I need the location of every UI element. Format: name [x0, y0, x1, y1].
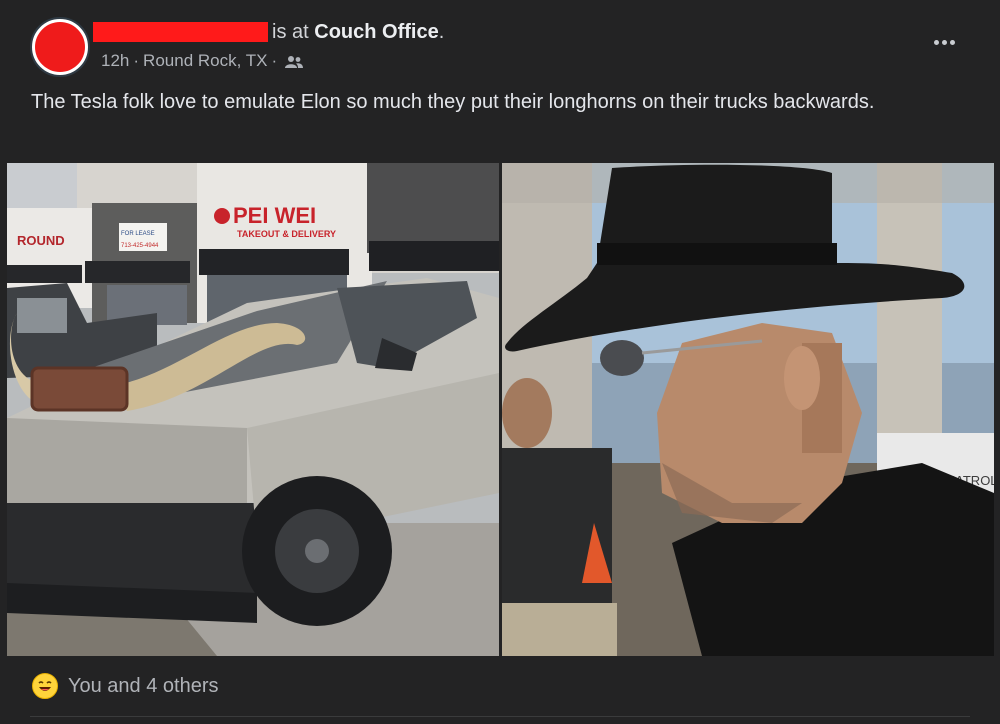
- sign-round-text: ROUND: [17, 233, 65, 248]
- reactions-summary[interactable]: You and 4 others: [32, 673, 219, 699]
- author-name-redacted[interactable]: [93, 22, 268, 42]
- friends-icon: [285, 54, 304, 68]
- photo-man-in-hat[interactable]: RDER PATROL: [502, 163, 994, 656]
- place-link[interactable]: Couch Office: [314, 21, 438, 43]
- post-card: is at Couch Office. 12h · Round Rock, TX…: [0, 0, 1000, 724]
- place-suffix: .: [438, 21, 445, 43]
- laughing-emoji-icon: [32, 673, 58, 699]
- more-options-button[interactable]: [928, 30, 960, 54]
- avatar[interactable]: [30, 17, 90, 77]
- reaction-count-label[interactable]: You and 4 others: [68, 675, 219, 698]
- sign-phone-text: 713-425-4944: [121, 243, 159, 249]
- meta-separator: ·: [133, 51, 140, 70]
- avatar-redaction: [35, 22, 85, 72]
- more-dot: [941, 39, 947, 45]
- divider: [30, 716, 970, 717]
- post-location[interactable]: Round Rock, TX: [143, 51, 267, 71]
- sign-lease-text: FOR LEASE: [121, 231, 155, 237]
- post-time[interactable]: 12h: [101, 51, 129, 71]
- post-media: ROUND FOR LEASE 713-425-4944 PEI WEI TAK…: [7, 163, 994, 656]
- checkin-line: is at Couch Office.: [272, 20, 444, 44]
- checkin-prefix: is at: [272, 21, 309, 43]
- meta-separator-2: ·: [271, 51, 278, 70]
- photo-cybertruck[interactable]: ROUND FOR LEASE 713-425-4944 PEI WEI TAK…: [7, 163, 499, 656]
- more-dot: [949, 39, 955, 45]
- post-text: The Tesla folk love to emulate Elon so m…: [31, 91, 875, 113]
- post-meta: 12h · Round Rock, TX ·: [101, 51, 304, 71]
- sign-peiwei-sub-text: TAKEOUT & DELIVERY: [237, 229, 336, 239]
- sign-peiwei-text: PEI WEI: [233, 203, 316, 228]
- more-dots-icon: [933, 39, 939, 45]
- sign-round: ROUND: [17, 233, 65, 248]
